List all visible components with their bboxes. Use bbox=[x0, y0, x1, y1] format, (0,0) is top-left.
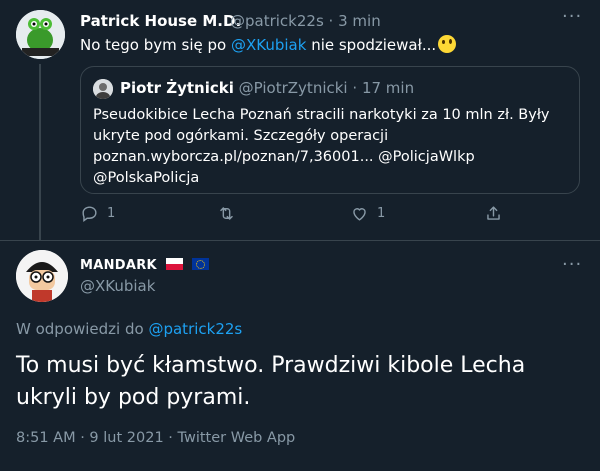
retweet-button[interactable] bbox=[217, 204, 244, 223]
quoted-author[interactable]: Piotr Żytnicki @PiotrZytnicki · 17 min bbox=[120, 79, 414, 97]
reply-count: 1 bbox=[107, 206, 116, 221]
quoted-mention: @PolskaPolicja bbox=[93, 170, 200, 186]
avatar-mandark[interactable] bbox=[16, 250, 68, 302]
avatar-piotr[interactable] bbox=[93, 79, 113, 99]
reply-label: W odpowiedzi do bbox=[16, 320, 149, 338]
quoted-url: poznan.wyborcza.pl/poznan/7,36001... bbox=[93, 149, 374, 165]
tweet-text-start: No tego bym się po bbox=[80, 36, 231, 54]
like-button[interactable]: 1 bbox=[350, 204, 385, 223]
reply-button[interactable]: 1 bbox=[80, 204, 115, 223]
zany-face-emoji-icon bbox=[438, 35, 457, 53]
author-name-text[interactable]: MANDARK bbox=[80, 258, 157, 273]
more-options-button[interactable]: ··· bbox=[562, 6, 582, 27]
tweet-text: To musi być kłamstwo. Prawdziwi kibole L… bbox=[16, 353, 526, 410]
separator-dot: · bbox=[352, 79, 358, 97]
mention-link[interactable]: @XKubiak bbox=[231, 36, 306, 54]
eu-flag-icon bbox=[191, 258, 209, 270]
quoted-time[interactable]: 17 min bbox=[362, 79, 414, 97]
tweet-text-end: nie spodziewał... bbox=[306, 36, 437, 54]
quoted-author-handle[interactable]: @PiotrZytnicki bbox=[239, 79, 348, 97]
like-count: 1 bbox=[377, 206, 386, 221]
poland-flag-icon bbox=[165, 258, 183, 270]
quoted-mention: @PolicjaWlkp bbox=[378, 149, 475, 165]
author-name[interactable]: MANDARK bbox=[80, 258, 209, 273]
like-icon bbox=[353, 208, 366, 221]
quoted-text: Pseudokibice Lecha Poznań stracili narko… bbox=[93, 105, 563, 189]
more-horizontal-icon: ··· bbox=[562, 6, 583, 27]
thread-line bbox=[39, 64, 41, 240]
avatar-patrick[interactable] bbox=[16, 10, 65, 59]
author-handle[interactable]: @XKubiak bbox=[80, 277, 155, 295]
share-button[interactable] bbox=[484, 204, 503, 223]
more-options-button[interactable]: ··· bbox=[562, 254, 582, 275]
quoted-tweet-card[interactable]: Piotr Żytnicki @PiotrZytnicki · 17 min P… bbox=[80, 66, 580, 194]
reply-context: W odpowiedzi do @patrick22s bbox=[16, 320, 242, 338]
reply-icon bbox=[82, 206, 97, 223]
author-handle[interactable]: @patrick22s bbox=[230, 12, 324, 30]
quoted-text-line: Pseudokibice Lecha Poznań stracili narko… bbox=[93, 107, 550, 123]
author-meta[interactable]: @patrick22s · 3 min bbox=[230, 12, 381, 30]
tweet-meta[interactable]: 8:51 AM · 9 lut 2021 · Twitter Web App bbox=[16, 430, 295, 446]
divider bbox=[0, 240, 600, 241]
share-icon bbox=[487, 206, 500, 220]
retweet-icon bbox=[220, 207, 233, 220]
tweet-text: No tego bym się po @XKubiak nie spodziew… bbox=[80, 35, 457, 54]
separator-dot: · bbox=[328, 12, 334, 30]
more-horizontal-icon: ··· bbox=[562, 254, 583, 275]
quoted-text-line: poznan.wyborcza.pl/poznan/7,36001... @Po… bbox=[93, 147, 563, 168]
quoted-author-name[interactable]: Piotr Żytnicki bbox=[120, 79, 234, 97]
reply-mention-link[interactable]: @patrick22s bbox=[148, 320, 242, 338]
tweet-actions: 1 1 bbox=[80, 204, 520, 228]
quoted-text-line: ukryte pod ogórkami. Szczegóły operacji bbox=[93, 128, 389, 144]
tweet-time[interactable]: 3 min bbox=[338, 12, 381, 30]
author-name[interactable]: Patrick House M.D. bbox=[80, 12, 241, 30]
